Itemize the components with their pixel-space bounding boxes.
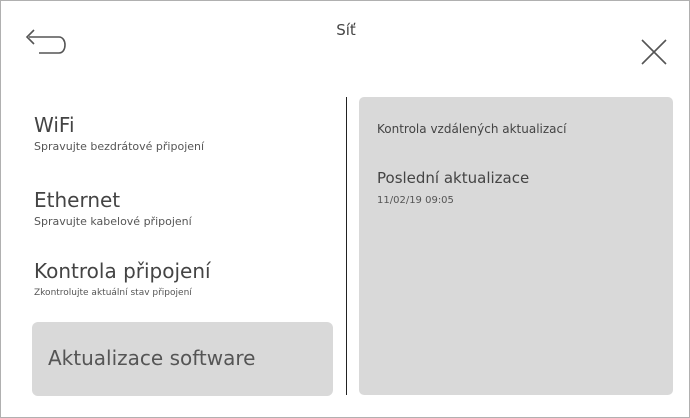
menu-item-label: Ethernet <box>34 188 121 212</box>
menu-item-label: WiFi <box>34 113 75 137</box>
header: Síť <box>1 1 690 81</box>
update-panel: Kontrola vzdálených aktualizací Poslední… <box>359 97 673 395</box>
menu-item-subtitle: Spravujte bezdrátové připojení <box>34 140 205 153</box>
menu-item-subtitle: Zkontrolujte aktuální stav připojení <box>34 288 192 298</box>
menu-item-ethernet[interactable]: Ethernet Spravujte kabelové připojení <box>34 188 334 229</box>
page-title: Síť <box>336 21 356 39</box>
remote-update-check-button[interactable]: Kontrola vzdálených aktualizací <box>377 122 566 136</box>
menu-item-software-update[interactable]: Aktualizace software <box>32 322 333 396</box>
close-button[interactable] <box>637 35 671 69</box>
vertical-divider <box>346 97 347 395</box>
menu-item-label: Aktualizace software <box>48 346 256 370</box>
menu-item-label: Kontrola připojení <box>34 259 211 283</box>
menu-item-wifi[interactable]: WiFi Spravujte bezdrátové připojení <box>34 113 334 154</box>
menu-item-connection-check[interactable]: Kontrola připojení Zkontrolujte aktuální… <box>34 259 334 300</box>
last-update-value: 11/02/19 09:05 <box>377 195 454 206</box>
menu-item-subtitle: Spravujte kabelové připojení <box>34 215 192 228</box>
screen-frame: Síť WiFi Spravujte bezdrátové připojení … <box>0 0 690 418</box>
last-update-title: Poslední aktualizace <box>377 169 530 187</box>
close-icon <box>641 39 667 65</box>
